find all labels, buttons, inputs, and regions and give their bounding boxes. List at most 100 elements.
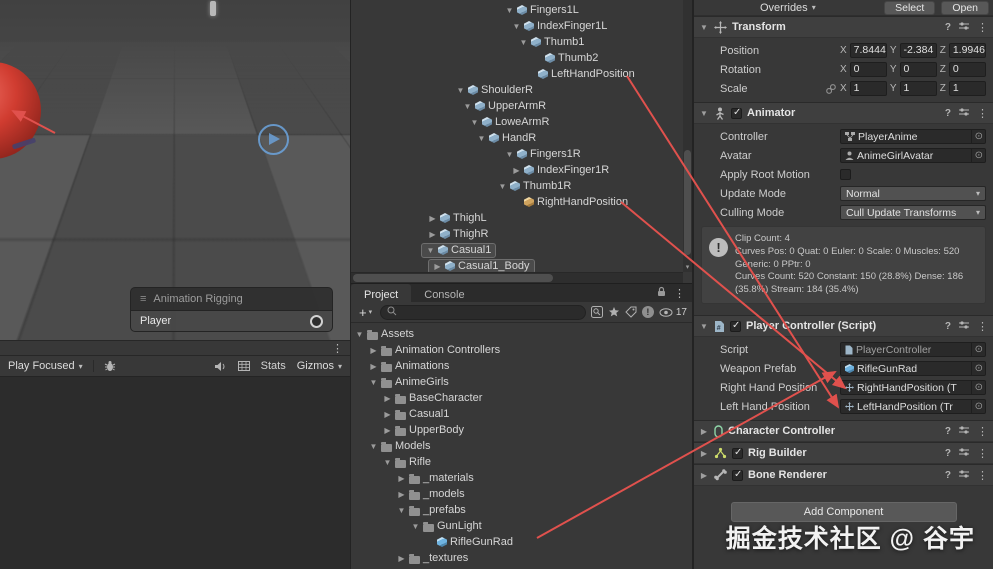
bone-renderer-header[interactable]: ▶ Bone Renderer ? ⋮ bbox=[694, 464, 993, 487]
stats-toggle[interactable]: Stats bbox=[261, 360, 286, 372]
avatar-field[interactable]: AnimeGirlAvatar ⊙ bbox=[840, 148, 986, 163]
player-controller-header[interactable]: ▼ # Player Controller (Script) ? ⋮ bbox=[694, 315, 993, 338]
hierarchy-item[interactable]: ▶ IndexFinger1R bbox=[351, 162, 692, 178]
horizontal-scrollbar[interactable] bbox=[351, 272, 683, 283]
help-icon[interactable]: ? bbox=[945, 448, 951, 459]
animation-rigging-overlay[interactable]: ≡ Animation Rigging Player bbox=[130, 287, 333, 332]
rotation-z-field[interactable]: 0 bbox=[948, 62, 987, 77]
play-focused-dropdown[interactable]: Play Focused ▾ bbox=[8, 360, 83, 372]
culling-mode-dropdown[interactable]: Cull Update Transforms ▾ bbox=[840, 205, 986, 220]
gizmos-dropdown[interactable]: Gizmos ▾ bbox=[297, 360, 342, 372]
foldout-icon[interactable]: ▼ bbox=[477, 134, 486, 143]
prefab-asset-item[interactable]: RifleGunRad bbox=[351, 534, 692, 550]
scale-z-field[interactable]: 1 bbox=[948, 81, 987, 96]
scene-view[interactable]: ≡ Animation Rigging Player bbox=[0, 0, 350, 340]
scrollbar-thumb[interactable] bbox=[684, 150, 691, 255]
help-icon[interactable]: ? bbox=[945, 22, 951, 33]
foldout-icon[interactable]: ▼ bbox=[470, 118, 479, 127]
foldout-icon[interactable]: ▶ bbox=[383, 426, 392, 435]
scale-y-field[interactable]: 1 bbox=[899, 81, 937, 96]
folder-item[interactable]: ▶ BaseCharacter bbox=[351, 390, 692, 406]
create-asset-button[interactable]: + ▾ bbox=[356, 305, 375, 320]
foldout-icon[interactable]: ▶ bbox=[383, 410, 392, 419]
saved-search-icon[interactable] bbox=[608, 306, 620, 318]
hierarchy-panel[interactable]: ▼ Fingers1L ▼ IndexFinger1L ▼ Thumb1 Thumb2… bbox=[351, 0, 692, 283]
preset-icon[interactable] bbox=[958, 469, 970, 482]
rotation-y-field[interactable]: 0 bbox=[899, 62, 937, 77]
foldout-icon[interactable]: ▼ bbox=[411, 522, 420, 531]
vertical-scrollbar[interactable]: ▾ bbox=[683, 0, 692, 272]
help-icon[interactable]: ? bbox=[945, 426, 951, 437]
foldout-icon[interactable]: ▶ bbox=[699, 427, 709, 436]
foldout-icon[interactable]: ▶ bbox=[369, 362, 378, 371]
foldout-icon[interactable]: ▶ bbox=[699, 449, 709, 458]
left-hand-position-field[interactable]: LeftHandPosition (Tr ⊙ bbox=[840, 399, 986, 415]
audio-gizmo-icon[interactable] bbox=[258, 124, 289, 155]
foldout-icon[interactable]: ▼ bbox=[397, 506, 406, 515]
weapon-prefab-field[interactable]: RifleGunRad ⊙ bbox=[840, 361, 986, 377]
folder-item[interactable]: ▶ Animations bbox=[351, 358, 692, 374]
position-z-field[interactable]: 1.9946 bbox=[948, 43, 987, 58]
foldout-icon[interactable]: ▶ bbox=[428, 214, 437, 223]
rotation-x-field[interactable]: 0 bbox=[849, 62, 887, 77]
scrollbar-thumb[interactable] bbox=[353, 274, 553, 282]
scroll-down-arrow[interactable]: ▾ bbox=[683, 263, 692, 271]
folder-item[interactable]: ▶ _textures bbox=[351, 550, 692, 566]
foldout-icon[interactable]: ▶ bbox=[397, 490, 406, 499]
foldout-icon[interactable]: ▼ bbox=[505, 6, 514, 15]
foldout-icon[interactable]: ▼ bbox=[699, 109, 709, 118]
object-picker-icon[interactable]: ⊙ bbox=[970, 400, 983, 414]
kebab-menu-icon[interactable]: ⋮ bbox=[977, 469, 988, 482]
grid-icon[interactable] bbox=[237, 361, 250, 371]
object-picker-icon[interactable]: ⊙ bbox=[970, 362, 983, 376]
rig-weight-dial-icon[interactable] bbox=[310, 314, 323, 328]
hidden-count-toggle[interactable]: 17 bbox=[659, 307, 687, 318]
help-icon[interactable]: ? bbox=[945, 470, 951, 481]
tab-console[interactable]: Console bbox=[411, 284, 477, 302]
hierarchy-item[interactable]: LeftHandPosition bbox=[351, 66, 692, 82]
hierarchy-item[interactable]: ▶ ThighL bbox=[351, 210, 692, 226]
overrides-dropdown[interactable]: Overrides ▾ bbox=[760, 2, 816, 14]
hierarchy-item[interactable]: ▼ HandR bbox=[351, 130, 692, 146]
foldout-icon[interactable]: ▼ bbox=[456, 86, 465, 95]
help-icon[interactable]: ? bbox=[945, 108, 951, 119]
preset-icon[interactable] bbox=[958, 21, 970, 34]
foldout-icon[interactable]: ▼ bbox=[355, 330, 364, 339]
folder-item[interactable]: ▼ Rifle bbox=[351, 454, 692, 470]
enabled-checkbox[interactable] bbox=[732, 447, 743, 459]
foldout-icon[interactable]: ▶ bbox=[433, 262, 442, 271]
help-icon[interactable]: ? bbox=[945, 321, 951, 332]
kebab-menu-icon[interactable]: ⋮ bbox=[977, 425, 988, 438]
open-button[interactable]: Open bbox=[941, 0, 989, 15]
constrain-proportions-icon[interactable] bbox=[826, 83, 838, 94]
foldout-icon[interactable]: ▼ bbox=[383, 458, 392, 467]
folder-item[interactable]: ▼ Models bbox=[351, 438, 692, 454]
enabled-checkbox[interactable] bbox=[731, 107, 742, 119]
label-icon[interactable] bbox=[625, 306, 637, 318]
foldout-icon[interactable]: ▶ bbox=[512, 166, 521, 175]
foldout-icon[interactable]: ▼ bbox=[369, 378, 378, 387]
tab-project[interactable]: Project bbox=[351, 284, 412, 302]
folder-item[interactable]: ▼ Assets bbox=[351, 326, 692, 342]
hierarchy-item[interactable]: ▼ LoweArmR bbox=[351, 114, 692, 130]
hierarchy-item[interactable]: ▼ Fingers1R bbox=[351, 146, 692, 162]
right-hand-position-field[interactable]: RightHandPosition (T ⊙ bbox=[840, 380, 986, 396]
position-y-field[interactable]: -2.384 bbox=[899, 43, 937, 58]
transform-header[interactable]: ▼ Transform ? ⋮ bbox=[694, 16, 993, 38]
hierarchy-item[interactable]: ▼ UpperArmR bbox=[351, 98, 692, 114]
foldout-icon[interactable]: ▼ bbox=[699, 23, 709, 32]
animator-header[interactable]: ▼ Animator ? ⋮ bbox=[694, 102, 993, 124]
kebab-menu-icon[interactable]: ⋮ bbox=[977, 107, 988, 120]
foldout-icon[interactable]: ▶ bbox=[369, 346, 378, 355]
foldout-icon[interactable]: ▼ bbox=[512, 22, 521, 31]
lock-icon[interactable] bbox=[657, 286, 666, 300]
apply-root-motion-checkbox[interactable] bbox=[840, 169, 851, 180]
kebab-menu-icon[interactable]: ⋮ bbox=[977, 320, 988, 333]
project-tree[interactable]: ▼ Assets ▶ Animation Controllers ▶ Animatio… bbox=[351, 324, 692, 569]
script-field[interactable]: PlayerController ⊙ bbox=[840, 342, 986, 358]
foldout-icon[interactable]: ▼ bbox=[498, 182, 507, 191]
info-icon[interactable]: ! bbox=[641, 306, 654, 318]
search-by-type-icon[interactable] bbox=[590, 306, 603, 318]
character-controller-header[interactable]: ▶ Character Controller ? ⋮ bbox=[694, 420, 993, 443]
scale-x-field[interactable]: 1 bbox=[849, 81, 887, 96]
